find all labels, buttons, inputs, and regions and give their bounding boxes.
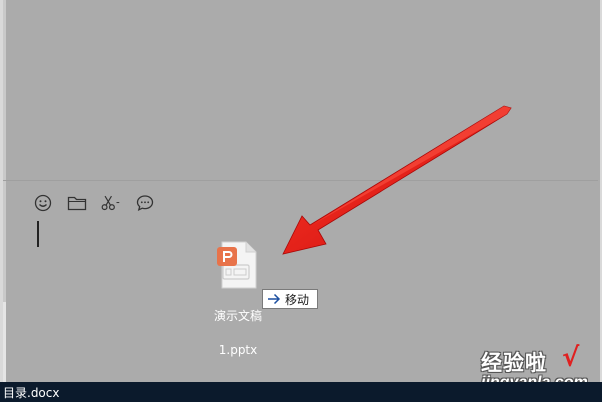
left-edge-border-lower: [3, 302, 6, 382]
chat-bubble-icon: [136, 195, 154, 211]
screenshot-button[interactable]: [100, 192, 122, 214]
chat-toolbar: [32, 192, 156, 214]
text-cursor: [37, 221, 39, 247]
watermark-text: 经验啦: [481, 351, 547, 375]
panel-divider: [3, 180, 598, 181]
file-name-line-1: 演示文稿: [213, 309, 262, 323]
file-name-line-2: 1.pptx: [218, 343, 258, 357]
left-edge-border: [3, 0, 6, 302]
drag-move-label: 移动: [285, 292, 310, 307]
chat-history-button[interactable]: [134, 192, 156, 214]
pptx-file-icon: [217, 241, 257, 289]
taskbar: 目录.docx: [0, 382, 602, 402]
scissors-icon: [101, 195, 120, 211]
file-button[interactable]: [66, 192, 88, 214]
dragged-file-name: 演示文稿 1.pptx: [208, 291, 268, 376]
drag-move-tooltip: 移动: [262, 289, 319, 309]
folder-icon: [67, 196, 87, 211]
arrow-right-icon: [268, 293, 281, 305]
dragged-file[interactable]: [216, 241, 260, 289]
emoji-button[interactable]: [32, 192, 54, 214]
watermark-check: √: [562, 343, 580, 373]
emoji-icon: [34, 194, 52, 212]
taskbar-file-item[interactable]: 目录.docx: [0, 384, 59, 401]
